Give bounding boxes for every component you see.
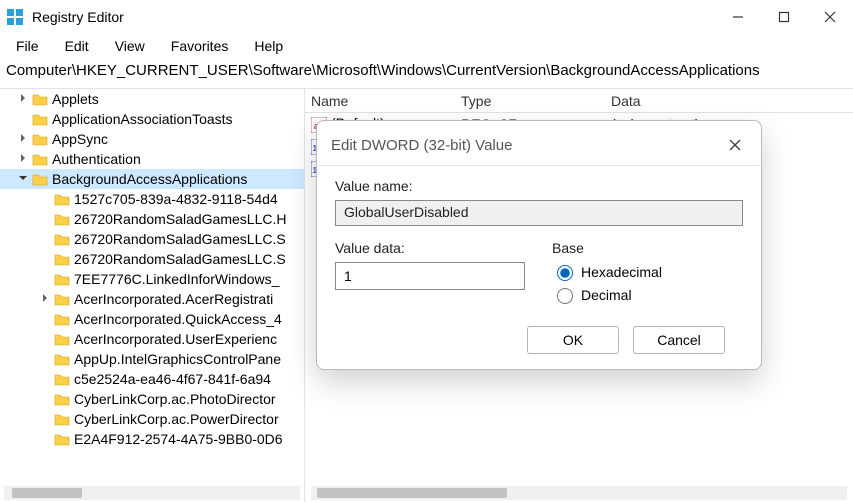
titlebar: Registry Editor [0, 0, 853, 34]
menubar: File Edit View Favorites Help [0, 34, 853, 58]
tree-item-label: AppSync [52, 131, 108, 147]
tree-item[interactable]: CyberLinkCorp.ac.PowerDirector [0, 409, 304, 429]
radio-dec-input[interactable] [557, 288, 573, 304]
col-data[interactable]: Data [605, 93, 853, 109]
edit-dword-dialog: Edit DWORD (32-bit) Value Value name: Gl… [316, 120, 762, 370]
tree-item-label: ApplicationAssociationToasts [52, 111, 233, 127]
folder-icon [32, 132, 48, 146]
tree-item[interactable]: AppUp.IntelGraphicsControlPane [0, 349, 304, 369]
tree-item[interactable]: 26720RandomSaladGamesLLC.S [0, 229, 304, 249]
folder-icon [32, 92, 48, 106]
folder-icon [54, 272, 70, 286]
list-headers: Name Type Data [305, 89, 853, 113]
folder-icon [54, 212, 70, 226]
tree-item-label: AcerIncorporated.QuickAccess_4 [74, 311, 282, 327]
tree-item[interactable]: AppSync [0, 129, 304, 149]
radio-hex-input[interactable] [557, 265, 573, 281]
address-bar[interactable]: Computer\HKEY_CURRENT_USER\Software\Micr… [0, 58, 853, 87]
col-type[interactable]: Type [455, 93, 605, 109]
ok-button[interactable]: OK [527, 326, 619, 354]
tree-item-label: BackgroundAccessApplications [52, 171, 247, 187]
tree-item-label: 1527c705-839a-4832-9118-54d4 [74, 191, 278, 207]
tree-item-label: 7EE7776C.LinkedInforWindows_ [74, 271, 279, 287]
tree-item-label: CyberLinkCorp.ac.PhotoDirector [74, 391, 276, 407]
folder-icon [54, 332, 70, 346]
tree-item[interactable]: c5e2524a-ea46-4f67-841f-6a94 [0, 369, 304, 389]
tree-item[interactable]: 26720RandomSaladGamesLLC.H [0, 209, 304, 229]
window-title: Registry Editor [32, 9, 715, 25]
tree-item[interactable]: 7EE7776C.LinkedInforWindows_ [0, 269, 304, 289]
menu-edit[interactable]: Edit [55, 36, 99, 56]
tree-item-label: AcerIncorporated.UserExperienc [74, 331, 277, 347]
base-label: Base [552, 240, 743, 256]
tree-item-label: Applets [52, 91, 99, 107]
tree-pane: Applets ApplicationAssociationToasts AppSy… [0, 89, 305, 502]
folder-icon [54, 252, 70, 266]
tree-item-label: AppUp.IntelGraphicsControlPane [74, 351, 281, 367]
folder-icon [54, 432, 70, 446]
tree-item[interactable]: AcerIncorporated.QuickAccess_4 [0, 309, 304, 329]
radio-dec[interactable]: Decimal [552, 285, 743, 304]
value-name-field: GlobalUserDisabled [335, 200, 743, 226]
maximize-button[interactable] [761, 3, 807, 31]
tree-item[interactable]: AcerIncorporated.AcerRegistrati [0, 289, 304, 309]
value-data-label: Value data: [335, 240, 526, 256]
chevron-right-icon[interactable] [38, 294, 52, 305]
chevron-right-icon[interactable] [16, 134, 30, 145]
list-hscrollbar[interactable] [311, 486, 847, 500]
tree-item-label: 26720RandomSaladGamesLLC.S [74, 231, 286, 247]
regedit-icon [6, 8, 24, 26]
chevron-right-icon[interactable] [16, 154, 30, 165]
folder-icon [32, 172, 48, 186]
chevron-right-icon[interactable] [16, 94, 30, 105]
folder-icon [54, 392, 70, 406]
tree-item[interactable]: 26720RandomSaladGamesLLC.S [0, 249, 304, 269]
folder-icon [54, 352, 70, 366]
cancel-button[interactable]: Cancel [633, 326, 725, 354]
menu-file[interactable]: File [6, 36, 49, 56]
folder-icon [54, 372, 70, 386]
folder-icon [54, 192, 70, 206]
value-name-label: Value name: [335, 178, 743, 194]
folder-icon [54, 292, 70, 306]
menu-favorites[interactable]: Favorites [161, 36, 239, 56]
folder-icon [54, 232, 70, 246]
radio-dec-label: Decimal [581, 287, 632, 303]
tree-item-label: 26720RandomSaladGamesLLC.H [74, 211, 286, 227]
tree-item-label: CyberLinkCorp.ac.PowerDirector [74, 411, 279, 427]
tree-item[interactable]: Authentication [0, 149, 304, 169]
tree-item-label: AcerIncorporated.AcerRegistrati [74, 291, 273, 307]
tree-item[interactable]: Applets [0, 89, 304, 109]
tree-item[interactable]: CyberLinkCorp.ac.PhotoDirector [0, 389, 304, 409]
folder-icon [54, 312, 70, 326]
tree-item-label: 26720RandomSaladGamesLLC.S [74, 251, 286, 267]
value-data-input[interactable] [335, 262, 525, 290]
menu-help[interactable]: Help [244, 36, 293, 56]
tree-hscrollbar[interactable] [4, 486, 300, 500]
dialog-close-button[interactable] [723, 133, 747, 157]
tree-item[interactable]: AcerIncorporated.UserExperienc [0, 329, 304, 349]
chevron-down-icon[interactable] [16, 174, 30, 185]
folder-icon [32, 112, 48, 126]
dialog-title: Edit DWORD (32-bit) Value [331, 137, 723, 154]
minimize-button[interactable] [715, 3, 761, 31]
radio-hex-label: Hexadecimal [581, 264, 662, 280]
menu-view[interactable]: View [105, 36, 155, 56]
close-button[interactable] [807, 3, 853, 31]
tree-item[interactable]: BackgroundAccessApplications [0, 169, 304, 189]
tree-item-label: E2A4F912-2574-4A75-9BB0-0D6 [74, 431, 283, 447]
folder-icon [32, 152, 48, 166]
tree-item[interactable]: E2A4F912-2574-4A75-9BB0-0D6 [0, 429, 304, 449]
tree-item-label: c5e2524a-ea46-4f67-841f-6a94 [74, 371, 271, 387]
tree-item-label: Authentication [52, 151, 141, 167]
folder-icon [54, 412, 70, 426]
radio-hex[interactable]: Hexadecimal [552, 262, 743, 281]
tree-item[interactable]: 1527c705-839a-4832-9118-54d4 [0, 189, 304, 209]
col-name[interactable]: Name [305, 93, 455, 109]
tree-item[interactable]: ApplicationAssociationToasts [0, 109, 304, 129]
